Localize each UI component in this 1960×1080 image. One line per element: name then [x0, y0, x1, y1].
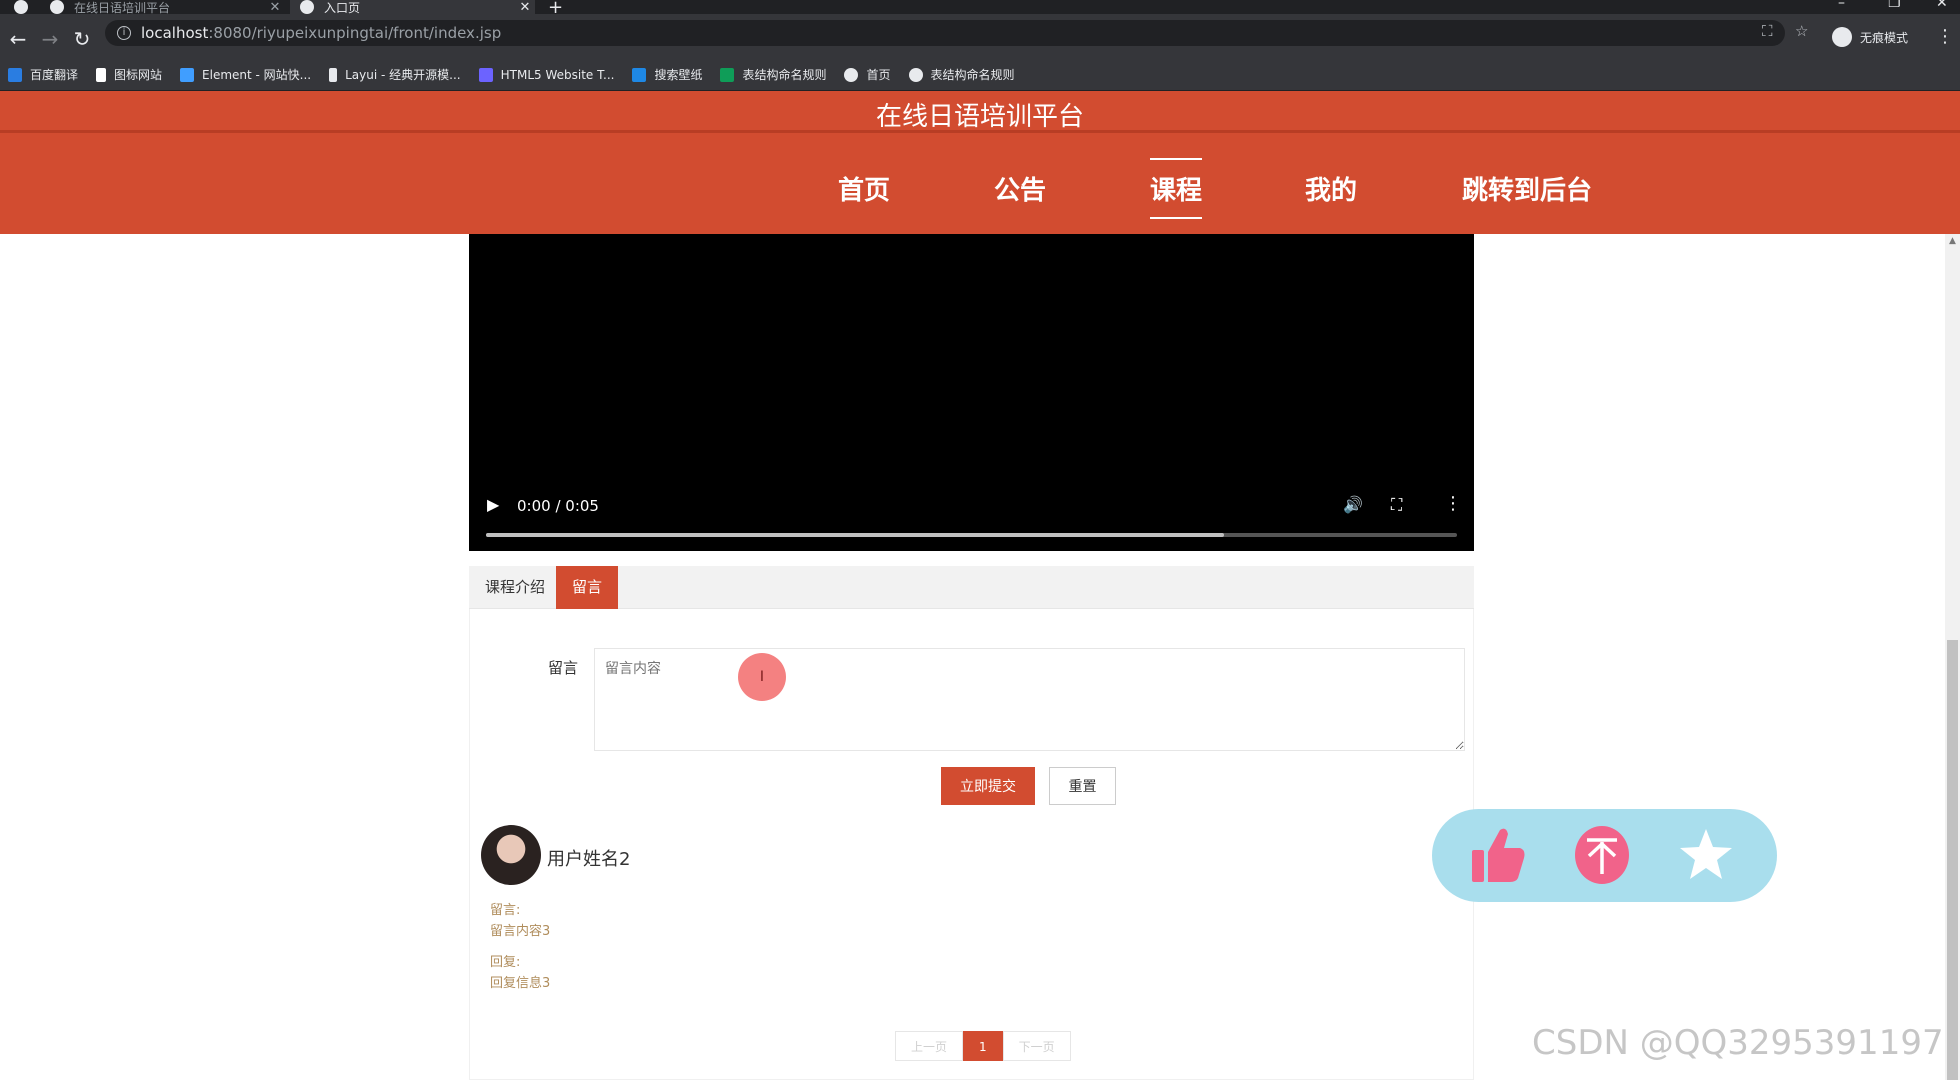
- bookmark-label: 表结构命名规则: [930, 68, 1015, 82]
- element-icon: [180, 67, 195, 82]
- bookmark-item[interactable]: Element - 网站快...: [180, 66, 311, 83]
- bookmark-item[interactable]: 首页: [844, 66, 891, 83]
- nav-item-course[interactable]: 课程: [1150, 158, 1203, 219]
- globe-icon: [908, 67, 923, 82]
- minimize-icon[interactable]: –: [1838, 0, 1845, 11]
- url-path: :8080/riyupeixunpingtai/front/index.jsp: [208, 24, 502, 42]
- html5-icon: [478, 67, 493, 82]
- incognito-profile[interactable]: 无痕模式: [1832, 27, 1908, 47]
- reload-icon[interactable]: ↻: [66, 27, 98, 51]
- wallpaper-icon: [632, 67, 647, 82]
- page-scrollbar[interactable]: ▲: [1945, 234, 1960, 1080]
- nav-item-mine[interactable]: 我的: [1305, 170, 1357, 207]
- video-progress-bar[interactable]: [486, 533, 1457, 537]
- bookmark-label: 首页: [866, 68, 891, 82]
- comment-text: 留言内容3: [490, 924, 551, 939]
- globe-icon: [844, 67, 859, 82]
- tab-course-intro[interactable]: 课程介绍: [469, 566, 561, 609]
- bookmark-label: Layui - 经典开源模...: [345, 68, 461, 82]
- course-video-player[interactable]: ▶ 0:00 / 0:05 🔊 ⛶ ⋮: [469, 234, 1474, 551]
- reset-button[interactable]: 重置: [1049, 767, 1116, 805]
- window-close-icon[interactable]: ✕: [1936, 0, 1948, 11]
- bookmark-item[interactable]: 搜索壁纸: [632, 66, 702, 83]
- reply-text: 回复信息3: [490, 976, 551, 991]
- nav-item-home[interactable]: 首页: [838, 170, 890, 207]
- mouse-cursor-highlight: I: [738, 653, 786, 701]
- avatar: [481, 825, 541, 885]
- bookmark-item[interactable]: HTML5 Website T...: [478, 67, 615, 82]
- bookmark-item[interactable]: 表结构命名规则: [908, 66, 1015, 83]
- comment-field-label: 留言: [548, 659, 579, 677]
- browser-tab[interactable]: 在线日语培训平台 ✕: [40, 0, 285, 15]
- bookmark-item[interactable]: 表结构命名规则: [720, 66, 826, 83]
- reply-label: 回复:: [490, 955, 521, 970]
- comment-label: 留言:: [490, 903, 521, 918]
- bookmark-icon: [8, 67, 22, 82]
- browser-tabstrip: 在线日语培训平台 ✕ 入口页 ✕ + – ❐ ✕: [0, 0, 1960, 18]
- bookmark-label: Element - 网站快...: [202, 68, 312, 82]
- bookmark-label: 表结构命名规则: [742, 68, 827, 82]
- detail-tab-bar: 课程介绍 留言: [469, 566, 1474, 609]
- tab-comments[interactable]: 留言: [556, 566, 619, 609]
- comment-username: 用户姓名2: [547, 849, 631, 870]
- browser-menu-dots-icon[interactable]: ⋮: [1936, 26, 1954, 47]
- pagination: 上一页 1 下一页: [895, 1031, 1071, 1061]
- browser-toolbar: ← → ↻ i localhost:8080/riyupeixunpingtai…: [0, 14, 1960, 64]
- video-progress-fill: [486, 533, 1224, 537]
- bookmark-star-icon[interactable]: ☆: [1795, 22, 1808, 40]
- pin-to-top-icon[interactable]: [1570, 823, 1634, 887]
- bookmark-item[interactable]: 图标网站: [96, 66, 162, 83]
- floating-action-bar: [1432, 809, 1777, 902]
- address-bar[interactable]: i localhost:8080/riyupeixunpingtai/front…: [105, 20, 1785, 46]
- nav-item-admin[interactable]: 跳转到后台: [1462, 170, 1592, 207]
- bookmark-label: HTML5 Website T...: [500, 67, 615, 82]
- close-tab-icon[interactable]: ✕: [515, 0, 535, 15]
- site-title: 在线日语培训平台: [875, 102, 1084, 132]
- comment-textarea[interactable]: [594, 648, 1465, 751]
- play-icon[interactable]: ▶: [487, 495, 499, 514]
- layui-icon: [329, 67, 338, 82]
- video-time: 0:00 / 0:05: [517, 497, 599, 515]
- more-options-icon[interactable]: ⋮: [1444, 493, 1462, 514]
- bookmark-label: 搜索壁纸: [654, 68, 703, 82]
- globe-icon: [300, 0, 314, 14]
- fullscreen-icon[interactable]: ⛶: [1391, 495, 1402, 515]
- bookmark-label: 百度翻译: [30, 68, 79, 82]
- prev-page-button[interactable]: 上一页: [895, 1031, 964, 1061]
- bookmark-label: 图标网站: [114, 68, 163, 82]
- forward-arrow-icon[interactable]: →: [34, 27, 66, 51]
- nav-item-notice[interactable]: 公告: [994, 170, 1046, 207]
- thumbs-up-icon[interactable]: [1466, 823, 1530, 887]
- sheets-icon: [720, 67, 735, 82]
- incognito-icon: [1832, 27, 1852, 47]
- globe-icon: [50, 0, 64, 14]
- flag-icon: [96, 67, 107, 82]
- star-favorite-icon[interactable]: [1674, 823, 1738, 887]
- translate-icon[interactable]: ⛶: [1762, 22, 1773, 40]
- restore-icon[interactable]: ❐: [1888, 0, 1901, 11]
- url-host: localhost: [141, 24, 209, 42]
- close-tab-icon[interactable]: ✕: [265, 0, 285, 15]
- next-page-button[interactable]: 下一页: [1002, 1031, 1071, 1061]
- browser-tab-active[interactable]: 入口页 ✕: [290, 0, 535, 15]
- watermark: CSDN @QQ3295391197: [1532, 1023, 1944, 1063]
- back-arrow-icon[interactable]: ←: [2, 27, 34, 51]
- bookmark-item[interactable]: Layui - 经典开源模...: [329, 66, 461, 83]
- profile-label: 无痕模式: [1860, 30, 1909, 45]
- page-number-current[interactable]: 1: [963, 1031, 1003, 1061]
- submit-comment-button[interactable]: 立即提交: [941, 767, 1035, 805]
- bookmark-item[interactable]: 百度翻译: [8, 66, 78, 83]
- video-controls: ▶ 0:00 / 0:05 🔊 ⛶ ⋮: [469, 491, 1474, 551]
- info-icon[interactable]: i: [117, 26, 131, 40]
- browser-menu-icon[interactable]: [14, 0, 28, 14]
- volume-icon[interactable]: 🔊: [1343, 495, 1363, 514]
- header-divider: [0, 130, 1960, 133]
- bookmarks-bar: 百度翻译 图标网站 Element - 网站快... Layui - 经典开源模…: [0, 59, 1960, 91]
- main-nav: 首页 公告 课程 我的 跳转到后台: [0, 158, 1960, 219]
- scrollbar-thumb[interactable]: [1947, 640, 1958, 1080]
- scroll-up-arrow-icon[interactable]: ▲: [1945, 234, 1960, 249]
